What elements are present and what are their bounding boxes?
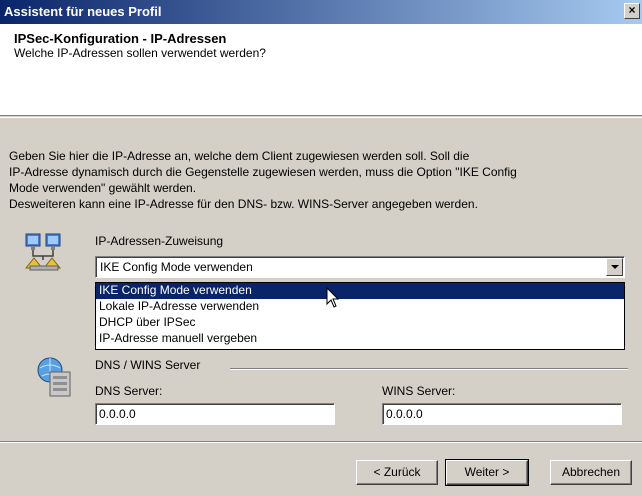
wins-server-input[interactable] [383,404,621,424]
dropdown-option[interactable]: IKE Config Mode verwenden [96,283,624,299]
description-line: Desweiteren kann eine IP-Adresse für den… [9,197,478,211]
chevron-down-icon [611,265,619,269]
description-line: Geben Sie hier die IP-Adresse an, welche… [9,149,470,163]
dns-server-label: DNS Server: [95,384,163,398]
mouse-cursor-icon [326,287,340,308]
page-title: IPSec-Konfiguration - IP-Adressen [14,31,227,46]
dns-server-field[interactable] [95,403,335,425]
page-subtitle: Welche IP-Adressen sollen verwendet werd… [14,46,266,60]
ip-assignment-value: IKE Config Mode verwenden [100,260,253,274]
description-text: Geben Sie hier die IP-Adresse an, welche… [9,148,634,212]
group-divider [230,368,628,370]
footer-divider [0,441,642,443]
dns-server-icon [37,357,71,397]
window-title: Assistent für neues Profil [4,4,162,19]
description-line: Mode verwenden" gewählt werden. [9,181,197,195]
wins-server-field[interactable] [382,403,622,425]
assignment-label: IP-Adressen-Zuweisung [95,234,224,248]
wizard-header: IPSec-Konfiguration - IP-Adressen Welche… [0,24,642,116]
dropdown-button[interactable] [606,258,623,276]
ip-assignment-select[interactable]: IKE Config Mode verwenden [95,256,625,278]
back-button[interactable]: < Zurück [356,460,438,485]
header-divider [0,117,642,118]
ip-assignment-dropdown-list: IKE Config Mode verwenden Lokale IP-Adre… [95,282,625,350]
title-bar: Assistent für neues Profil × [0,0,642,24]
dropdown-option[interactable]: DHCP über IPSec [96,315,624,331]
cancel-button[interactable]: Abbrechen [550,460,632,485]
dns-server-input[interactable] [96,404,334,424]
description-line: IP-Adresse dynamisch durch die Gegenstel… [9,165,517,179]
network-computers-icon [24,233,62,271]
close-button[interactable]: × [624,3,640,19]
dropdown-option[interactable]: Lokale IP-Adresse verwenden [96,299,624,315]
next-button[interactable]: Weiter > [445,459,529,486]
dropdown-option[interactable]: IP-Adresse manuell vergeben [96,331,624,347]
dns-wins-group-label: DNS / WINS Server [95,358,201,372]
wins-server-label: WINS Server: [382,384,456,398]
